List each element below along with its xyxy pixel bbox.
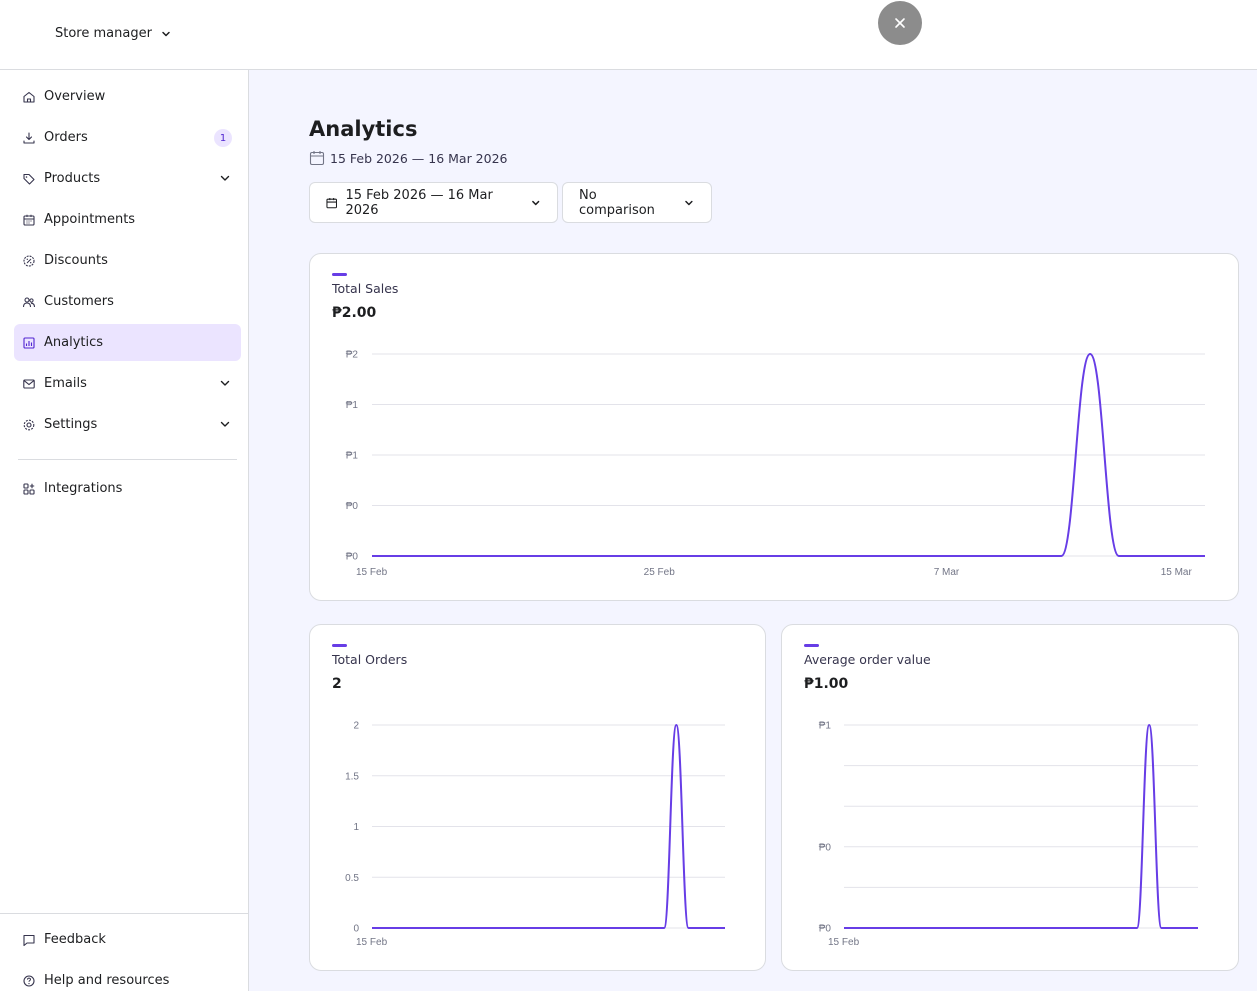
calendar-icon (22, 213, 36, 227)
y-tick-label: ₱1 (819, 721, 832, 732)
y-tick-label: ₱2 (346, 350, 359, 361)
series-line (844, 724, 1198, 929)
x-tick-label: 15 Mar (1161, 567, 1193, 578)
sidebar-item-discounts[interactable]: Discounts (14, 242, 241, 279)
download-icon (22, 131, 36, 145)
x-tick-label: 15 Feb (356, 567, 388, 578)
total-sales-chart: ₱2 ₱1 ₱1 ₱0 ₱0 15 Feb 25 Feb 7 Mar 15 Mar (346, 350, 1205, 578)
sidebar: Overview Orders 1 Products Appointments … (0, 70, 249, 991)
chevron-down-icon[interactable] (219, 377, 231, 389)
sidebar-item-appointments[interactable]: Appointments (14, 201, 241, 238)
gear-icon (22, 418, 36, 432)
avg-order-value-chart: ₱1 ₱0 ₱0 15 Feb (819, 721, 1198, 948)
sidebar-item-help[interactable]: Help and resources (14, 962, 241, 991)
sidebar-item-products[interactable]: Products (14, 160, 241, 197)
calendar-icon (326, 197, 338, 208)
sidebar-item-label: Feedback (44, 932, 106, 947)
sidebar-item-customers[interactable]: Customers (14, 283, 241, 320)
total-orders-chart: 2 1.5 1 0.5 0 15 Feb (345, 721, 725, 948)
sidebar-item-label: Products (44, 171, 101, 186)
sidebar-item-label: Customers (44, 294, 114, 309)
tag-icon (22, 172, 36, 186)
y-tick-label: ₱1 (346, 451, 359, 462)
main-content: Analytics 15 Feb 2026 — 16 Mar 2026 15 F… (249, 70, 1257, 991)
total-orders-card: Total Orders 2 2 1.5 1 0.5 0 15 Feb (309, 624, 766, 971)
page-title: Analytics (309, 117, 418, 141)
total-sales-card: Total Sales ₱2.00 ₱2 ₱1 ₱1 ₱0 ₱0 15 Feb 25 Feb… (309, 253, 1239, 601)
top-bar: Store manager (0, 0, 1257, 70)
sidebar-item-feedback[interactable]: Feedback (14, 921, 241, 958)
x-tick-label: 15 Feb (828, 937, 860, 948)
chat-icon (22, 933, 36, 947)
sidebar-item-analytics[interactable]: Analytics (14, 324, 241, 361)
y-tick-label: ₱1 (346, 400, 359, 411)
sidebar-item-label: Emails (44, 376, 87, 391)
y-tick-label: 1 (353, 822, 359, 833)
sidebar-item-emails[interactable]: Emails (14, 365, 241, 402)
comparison-select-label: No comparison (579, 187, 655, 218)
date-range-picker-label: 15 Feb 2026 — 16 Mar 2026 (345, 187, 493, 218)
page-date-range-text: 15 Feb 2026 — 16 Mar 2026 (330, 150, 508, 166)
sidebar-item-overview[interactable]: Overview (14, 78, 241, 115)
store-switcher[interactable]: Store manager (55, 26, 172, 41)
sidebar-item-label: Integrations (44, 481, 123, 496)
chevron-down-icon (531, 200, 539, 205)
sidebar-item-label: Settings (44, 417, 98, 432)
sidebar-item-integrations[interactable]: Integrations (14, 470, 241, 507)
y-tick-label: 0 (353, 924, 359, 935)
mail-icon (22, 377, 36, 391)
sidebar-item-label: Help and resources (44, 973, 170, 988)
sidebar-item-orders[interactable]: Orders 1 (14, 119, 241, 156)
close-button[interactable] (878, 1, 922, 45)
chart-icon (22, 336, 36, 350)
y-tick-label: ₱0 (819, 842, 832, 853)
avg-order-value-card: Average order value ₱1.00 ₱1 ₱0 ₱0 15 Feb (781, 624, 1239, 971)
y-tick-label: ₱0 (346, 501, 359, 512)
sidebar-item-label: Discounts (44, 253, 108, 268)
chevron-down-icon[interactable] (219, 418, 231, 430)
sidebar-divider (18, 459, 237, 460)
comparison-select[interactable]: No comparison (562, 182, 712, 223)
x-tick-label: 7 Mar (934, 567, 960, 578)
chevron-down-icon (685, 200, 693, 205)
y-tick-label: ₱0 (346, 552, 359, 563)
orders-count-badge: 1 (214, 129, 232, 147)
sidebar-item-label: Overview (44, 89, 106, 104)
discount-icon (22, 254, 36, 268)
calendar-icon (309, 151, 325, 166)
help-icon (22, 974, 36, 988)
y-tick-label: 0.5 (345, 873, 359, 884)
x-tick-label: 15 Feb (356, 937, 388, 948)
chevron-down-icon (162, 31, 170, 36)
chevron-down-icon[interactable] (219, 172, 231, 184)
grid-plus-icon (22, 482, 36, 496)
store-switcher-label: Store manager (55, 26, 152, 41)
home-icon (22, 90, 36, 104)
sidebar-item-label: Analytics (44, 335, 104, 350)
y-tick-label: 2 (353, 721, 359, 732)
users-icon (22, 295, 36, 309)
sidebar-bottom-divider (0, 913, 248, 914)
date-range-picker[interactable]: 15 Feb 2026 — 16 Mar 2026 (309, 182, 558, 223)
sidebar-item-settings[interactable]: Settings (14, 406, 241, 443)
close-icon (895, 18, 905, 28)
x-tick-label: 25 Feb (644, 567, 676, 578)
y-tick-label: ₱0 (819, 924, 832, 935)
page-date-range: 15 Feb 2026 — 16 Mar 2026 (309, 150, 508, 166)
sidebar-item-label: Orders (44, 130, 88, 145)
y-tick-label: 1.5 (345, 771, 359, 782)
sidebar-item-label: Appointments (44, 212, 136, 227)
